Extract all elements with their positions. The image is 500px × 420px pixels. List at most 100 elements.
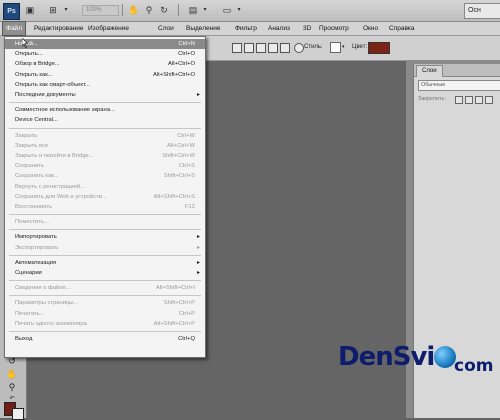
menu-edit[interactable]: Редактирование — [31, 22, 87, 35]
menu-item: Закрыть все Alt+Ctrl+W — [5, 141, 205, 151]
menu-layers[interactable]: Слои — [155, 22, 177, 35]
menu-item-label: Параметры страницы... — [15, 300, 79, 307]
menu-item-label: Печать одного экземпляра — [15, 320, 87, 327]
menu-separator — [9, 254, 201, 256]
menu-item[interactable]: Последние документы ▸ — [5, 90, 205, 100]
menu-item[interactable]: Открыть... Ctrl+O — [5, 49, 205, 59]
menu-separator — [9, 102, 201, 104]
chevron-down-icon[interactable]: ▾ — [201, 4, 209, 16]
menu-item: Восстановить F12 — [5, 202, 205, 212]
style-label: Стиль: — [304, 44, 323, 50]
lock-all-icon[interactable] — [485, 96, 493, 104]
menu-item-shortcut: Ctrl+N — [178, 41, 195, 47]
menu-item-label: Сценарии — [15, 270, 42, 276]
menu-item-shortcut: Alt+Shift+Ctrl+P — [153, 320, 195, 327]
options-bar: Стиль: ▾ Цвет: — [206, 36, 500, 61]
menu-item: Сохранить для Web и устройств... Alt+Shif… — [5, 192, 205, 202]
submenu-arrow-icon: ▸ — [196, 244, 200, 251]
style-picker[interactable] — [330, 42, 341, 53]
bridge-icon[interactable]: ▣ — [24, 4, 36, 16]
menu-item-label: Device Central... — [15, 117, 58, 124]
menu-item[interactable]: Обзор в Bridge... Alt+Ctrl+O — [5, 59, 205, 69]
menu-item[interactable]: Сценарии ▸ — [5, 268, 205, 278]
menu-separator — [9, 295, 201, 297]
paths-icon[interactable] — [244, 43, 254, 53]
menu-help[interactable]: Справка — [386, 22, 418, 35]
lock-pixels-icon[interactable] — [465, 96, 473, 104]
menu-item[interactable]: Открыть как смарт-объект... — [5, 80, 205, 90]
menu-3d[interactable]: 3D — [300, 22, 314, 35]
menu-file[interactable]: Файл — [2, 21, 26, 36]
menu-window[interactable]: Окно — [360, 22, 381, 35]
menu-item[interactable]: Открыть как... Alt+Shift+Ctrl+O — [5, 70, 205, 80]
menu-separator — [9, 229, 201, 231]
chevron-down-icon[interactable]: ▾ — [235, 4, 243, 16]
zoom-tool-icon[interactable]: ⚲ — [5, 382, 19, 393]
menu-item-label: Сведения о файле... — [15, 285, 71, 292]
menu-item[interactable]: Импортировать ▸ — [5, 232, 205, 242]
lock-transparency-icon[interactable] — [455, 96, 463, 104]
menu-bar: Файл Редактирование Изображение Слои Выд… — [0, 21, 500, 36]
rotate-view-icon[interactable]: ↻ — [158, 4, 170, 16]
shape-layers-icon[interactable] — [232, 43, 242, 53]
view-extras-icon[interactable]: ⊞ — [46, 4, 60, 16]
fill-pixels-icon[interactable] — [256, 43, 266, 53]
menu-filter[interactable]: Фильтр — [232, 22, 260, 35]
submenu-arrow-icon: ▸ — [196, 259, 200, 266]
lock-label: Закрепить: — [418, 96, 446, 102]
link-icon[interactable] — [294, 43, 304, 53]
menu-separator — [9, 127, 201, 129]
menu-select[interactable]: Выделение — [183, 22, 223, 35]
hand-tool-icon[interactable]: ✋ — [5, 369, 19, 380]
menu-item-label: Печатать... — [15, 310, 45, 317]
submenu-arrow-icon: ▸ — [196, 92, 200, 98]
screen-mode-icon[interactable]: ▭ — [220, 4, 234, 16]
hand-tool-icon[interactable]: ✋ — [128, 4, 140, 16]
zoom-tool-icon[interactable]: ⚲ — [143, 4, 155, 16]
menu-item-shortcut: Alt+Shift+Ctrl+O — [152, 71, 195, 78]
menu-item-shortcut: Alt+Shift+Ctrl+S — [153, 193, 195, 200]
workspace-switcher[interactable]: Осн — [464, 3, 500, 19]
menu-item-label: Поместить... — [15, 219, 49, 226]
color-swatch[interactable] — [368, 42, 390, 54]
menu-item: Вернуть с регистрацией... — [5, 182, 205, 192]
menu-item: Закрыть Ctrl+W — [5, 131, 205, 141]
menu-item-label: Закрыть — [15, 132, 38, 139]
menu-item-shortcut: Ctrl+Q — [178, 336, 195, 342]
menu-item[interactable]: Новый... Ctrl+N — [5, 39, 205, 49]
lock-position-icon[interactable] — [475, 96, 483, 104]
application-bar: Ps ▣ ⊞ ▾ 100% ✋ ⚲ ↻ ▤ ▾ ▭ ▾ Осн — [0, 0, 500, 22]
menu-view[interactable]: Просмотр — [316, 22, 352, 35]
menu-item[interactable]: Автоматизация ▸ — [5, 258, 205, 268]
menu-item[interactable]: Device Central... — [5, 115, 205, 125]
chevron-down-icon[interactable]: ▾ — [62, 4, 70, 16]
arrange-documents-icon[interactable]: ▤ — [186, 4, 200, 16]
menu-item-label: Восстановить — [15, 204, 53, 210]
menu-item-label: Открыть как смарт-объект... — [15, 81, 90, 88]
watermark-suffix: com — [454, 356, 494, 376]
menu-item: Закрыть и перейти в Bridge... Shift+Ctrl+… — [5, 151, 205, 161]
menu-item-shortcut: Alt+Shift+Ctrl+I — [155, 285, 195, 292]
pen-tool-icon[interactable] — [268, 43, 278, 53]
watermark-text: DenSvi — [338, 342, 435, 372]
chevron-down-icon[interactable]: ▾ — [342, 43, 345, 52]
menu-item-shortcut: Alt+Ctrl+O — [167, 61, 195, 68]
menu-item-label: Выход — [15, 336, 33, 342]
menu-image[interactable]: Изображение — [85, 22, 132, 35]
submenu-arrow-icon: ▸ — [196, 234, 200, 241]
menu-item-shortcut: Shift+Ctrl+P — [163, 300, 195, 307]
menu-item-shortcut: Shift+Ctrl+S — [163, 173, 195, 180]
menu-separator — [9, 331, 201, 332]
zoom-level-field[interactable]: 100% — [82, 5, 119, 16]
background-color-swatch[interactable] — [12, 408, 24, 420]
menu-item[interactable]: Выход Ctrl+Q — [5, 334, 205, 344]
menu-analysis[interactable]: Анализ — [265, 22, 293, 35]
menu-item[interactable]: Совместное использование экрана... — [5, 105, 205, 115]
freeform-pen-icon[interactable] — [280, 43, 290, 53]
blend-mode-select[interactable]: Обычные — [418, 80, 500, 91]
menu-item-label: Совместное использование экрана... — [15, 107, 115, 114]
menu-item-label: Последние документы — [15, 92, 76, 98]
tab-layers[interactable]: Слои — [416, 65, 443, 77]
menu-item-label: Автоматизация — [15, 259, 57, 266]
menu-item: Параметры страницы... Shift+Ctrl+P — [5, 298, 205, 308]
